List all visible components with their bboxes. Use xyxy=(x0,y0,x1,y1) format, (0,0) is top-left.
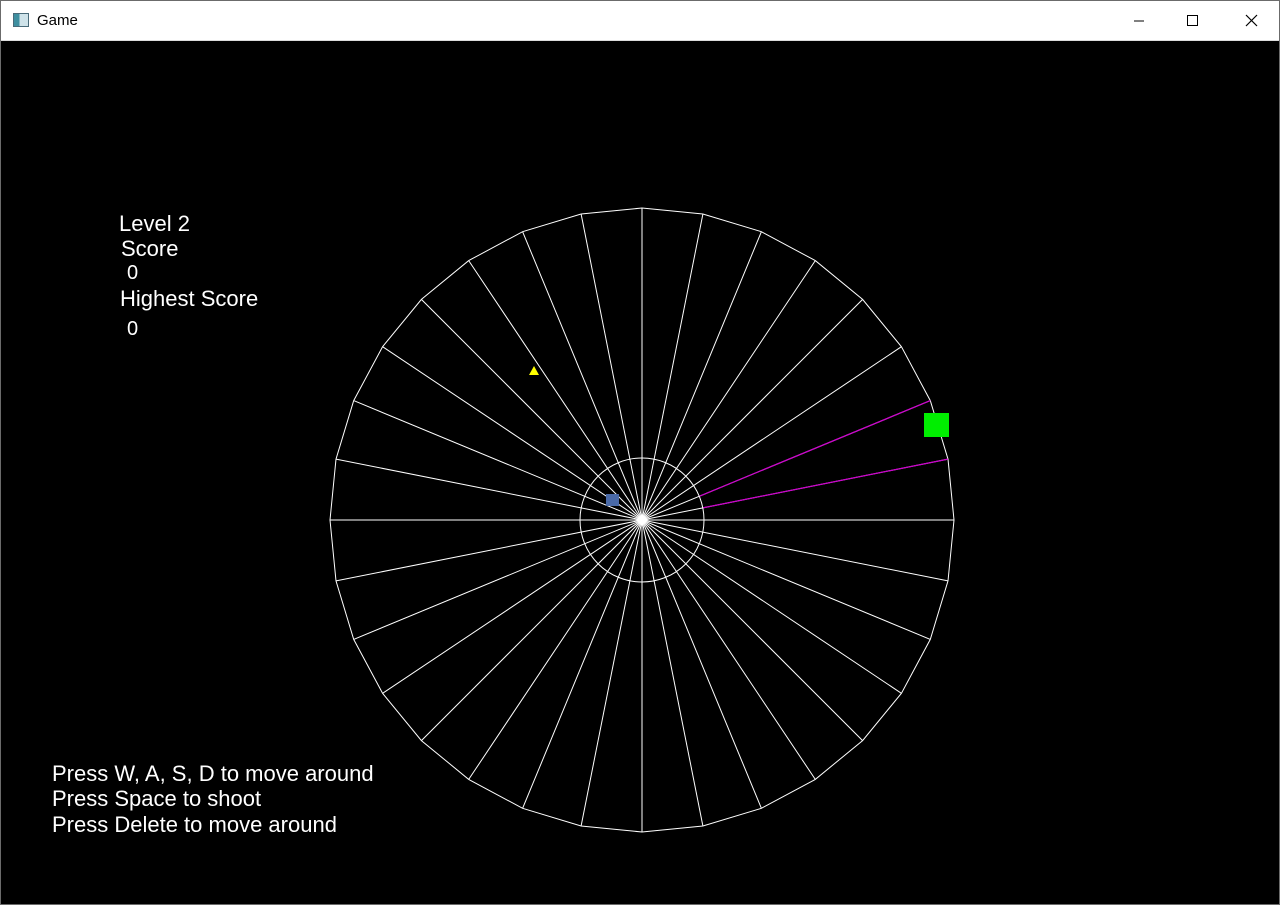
center-dot xyxy=(638,516,646,524)
lane-spoke xyxy=(641,231,762,521)
lane-spoke xyxy=(522,231,643,521)
projectile xyxy=(606,494,619,506)
app-window-icon xyxy=(13,13,29,27)
title-bar[interactable]: Game xyxy=(1,1,1279,41)
lane-spoke xyxy=(421,299,643,521)
center-hub xyxy=(638,516,646,524)
highest-score-label: Highest Score xyxy=(120,286,259,311)
lane-spoke xyxy=(353,400,643,521)
lane-spoke xyxy=(522,519,643,809)
close-icon xyxy=(1245,14,1258,27)
highlighted-lane-edge xyxy=(699,400,931,497)
lane-spoke xyxy=(641,519,931,640)
player-ship xyxy=(924,413,949,437)
lane-spoke xyxy=(641,299,863,521)
maximize-icon xyxy=(1187,15,1198,26)
level-label: Level 2 xyxy=(119,211,190,236)
highest-score-value: 0 xyxy=(127,318,139,340)
instruction-move: Press W, A, S, D to move around xyxy=(52,761,374,786)
game-canvas[interactable]: Level 2 Score 0 Highest Score 0 Press W,… xyxy=(1,41,1279,904)
window-title: Game xyxy=(37,12,78,29)
score-label: Score xyxy=(121,236,179,261)
maximize-button[interactable] xyxy=(1163,1,1221,40)
instruction-delete: Press Delete to move around xyxy=(52,812,337,837)
close-button[interactable] xyxy=(1221,1,1279,40)
minimize-button[interactable] xyxy=(1105,1,1163,40)
highlighted-lane xyxy=(699,400,949,509)
minimize-icon xyxy=(1134,20,1144,22)
enemy-triangle xyxy=(529,366,539,375)
game-window: Game Level 2 Score 0 Highest Score 0 Pre… xyxy=(0,0,1280,905)
lane-spoke xyxy=(641,519,762,809)
highlighted-lane-edge xyxy=(702,458,949,509)
lane-spoke xyxy=(641,519,863,741)
lane-spoke xyxy=(421,519,643,741)
score-value: 0 xyxy=(127,262,139,284)
instruction-shoot: Press Space to shoot xyxy=(52,786,262,811)
lane-spoke xyxy=(353,519,643,640)
